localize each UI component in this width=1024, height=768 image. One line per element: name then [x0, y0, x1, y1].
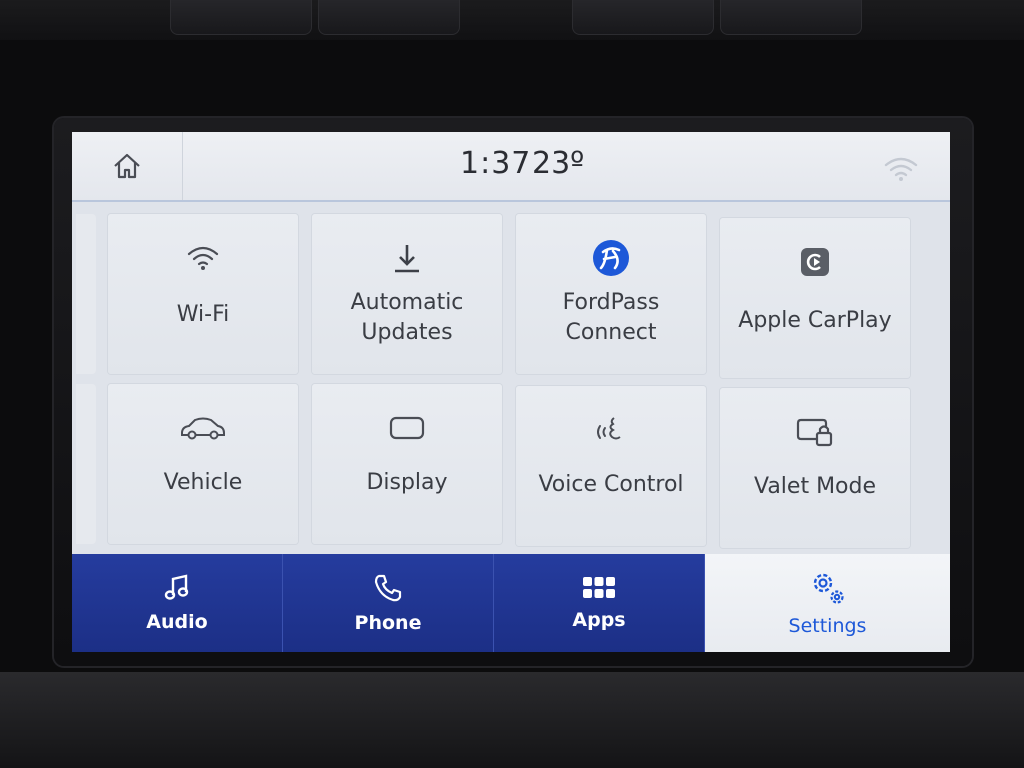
car-icon: [179, 408, 227, 448]
nav-label: Audio: [146, 611, 208, 633]
wifi-status-icon: [884, 156, 918, 186]
tile-automatic-updates[interactable]: Automatic Updates: [312, 214, 502, 374]
carplay-icon: [798, 242, 832, 282]
gears-icon: [813, 573, 844, 604]
dashboard-top-panel: [0, 0, 1024, 40]
apps-grid-icon: [583, 577, 615, 598]
music-note-icon: [164, 574, 189, 600]
home-icon: [114, 153, 140, 179]
nav-apps[interactable]: Apps: [494, 554, 705, 652]
tile-label: FordPass Connect: [562, 290, 660, 345]
settings-grid: Wi-Fi Automatic Updates FordPass Connect: [72, 202, 950, 612]
tile-display[interactable]: Display: [312, 384, 502, 544]
previous-page-tile: [76, 214, 96, 374]
tile-label: Automatic Updates: [350, 290, 464, 345]
tile-label: Apple CarPlay: [738, 308, 892, 333]
bottom-navigation: Audio Phone Apps Settings: [72, 554, 950, 652]
outside-temperature: 23º: [532, 146, 585, 181]
tile-label: Voice Control: [538, 472, 684, 497]
hazard-key: [572, 0, 714, 35]
voice-icon: [594, 410, 628, 450]
tile-label: Wi-Fi: [176, 302, 230, 327]
nav-label: Apps: [572, 609, 626, 631]
tile-apple-carplay[interactable]: Apple CarPlay: [720, 218, 910, 378]
tile-vehicle[interactable]: Vehicle: [108, 384, 298, 544]
infotainment-screen: 1:37 23º Wi-Fi Automatic Updates FordPas…: [72, 132, 950, 652]
phone-icon: [374, 574, 402, 602]
fordpass-icon: [591, 238, 631, 278]
tile-voice-control[interactable]: Voice Control: [516, 386, 706, 546]
dashboard-lower-panel: [0, 672, 1024, 768]
nav-label: Settings: [788, 615, 867, 637]
tile-wifi[interactable]: Wi-Fi: [108, 214, 298, 374]
home-button[interactable]: [72, 132, 183, 200]
tile-fordpass-connect[interactable]: FordPass Connect: [516, 214, 706, 374]
previous-page-tile: [76, 384, 96, 544]
nav-phone[interactable]: Phone: [283, 554, 494, 652]
tile-label: Display: [366, 470, 448, 495]
nav-audio[interactable]: Audio: [72, 554, 283, 652]
nav-label: Phone: [354, 612, 422, 634]
download-icon: [390, 238, 424, 278]
nav-settings[interactable]: Settings: [705, 554, 950, 652]
tile-valet-mode[interactable]: Valet Mode: [720, 388, 910, 548]
valet-lock-icon: [795, 412, 835, 452]
status-bar: 1:37 23º: [72, 132, 950, 202]
display-icon: [388, 408, 426, 448]
dash-key: [318, 0, 460, 35]
wifi-icon: [186, 238, 220, 278]
tile-label: Valet Mode: [753, 474, 877, 499]
dash-key: [170, 0, 312, 35]
tile-label: Vehicle: [163, 470, 243, 495]
clock: 1:37: [460, 146, 532, 181]
dash-key: [720, 0, 862, 35]
